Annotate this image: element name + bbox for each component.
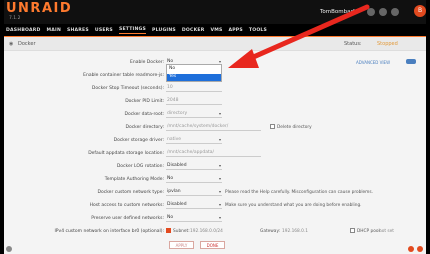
browser-window: UNRAID 7.1.2 TomBombadil B DASHBOARD MAI… bbox=[4, 0, 426, 254]
red-arrow-annotation bbox=[228, 4, 370, 68]
screen-frame: UNRAID 7.1.2 TomBombadil B DASHBOARD MAI… bbox=[0, 0, 430, 254]
